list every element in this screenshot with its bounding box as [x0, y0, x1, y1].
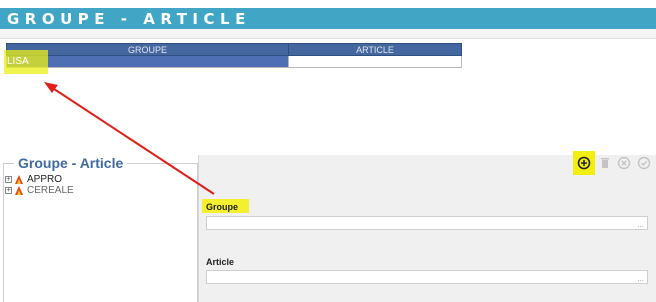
- groupe-tree: + APPRO + CEREALE: [5, 174, 74, 196]
- validate-icon[interactable]: [637, 156, 651, 170]
- add-icon[interactable]: [577, 156, 591, 170]
- column-header-article[interactable]: ARTICLE: [288, 43, 462, 56]
- cancel-icon[interactable]: [617, 156, 631, 170]
- panel-legend: Groupe - Article: [14, 155, 128, 171]
- title-underbar: [0, 29, 656, 39]
- groupe-field[interactable]: ...: [206, 216, 648, 230]
- tree-label: APPRO: [27, 174, 63, 185]
- groupe-article-grid: GROUPE ARTICLE: [6, 43, 462, 68]
- groupe-label: Groupe: [206, 202, 239, 212]
- column-header-groupe[interactable]: GROUPE: [6, 43, 289, 56]
- browse-button[interactable]: ...: [637, 220, 644, 229]
- delete-icon[interactable]: [598, 156, 612, 170]
- tree-node-appro[interactable]: + APPRO: [5, 174, 74, 185]
- cell-groupe-value: LISA: [7, 56, 29, 67]
- article-label: Article: [206, 257, 235, 267]
- flame-icon: [15, 185, 23, 195]
- expand-icon[interactable]: +: [5, 187, 12, 194]
- browse-button[interactable]: ...: [637, 274, 644, 283]
- table-row[interactable]: [6, 55, 462, 68]
- tree-label: CEREALE: [27, 185, 74, 196]
- tree-node-cereale[interactable]: + CEREALE: [5, 185, 74, 196]
- cell-article[interactable]: [288, 55, 462, 68]
- title-bar: GROUPE - ARTICLE: [0, 8, 656, 29]
- expand-icon[interactable]: +: [5, 176, 12, 183]
- cell-groupe[interactable]: [6, 55, 289, 68]
- flame-icon: [15, 174, 23, 184]
- page-title: GROUPE - ARTICLE: [7, 10, 251, 28]
- article-field[interactable]: ...: [206, 270, 648, 284]
